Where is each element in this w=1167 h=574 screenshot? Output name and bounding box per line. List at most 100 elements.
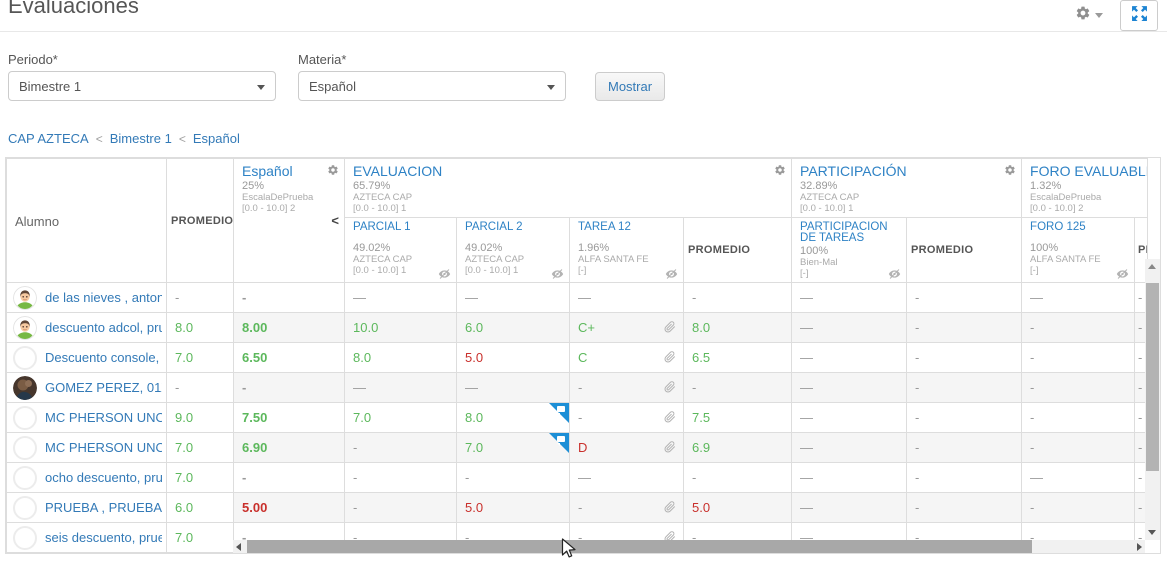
comment-note-icon[interactable] [549,433,569,453]
participacion-de-tareas-column-link[interactable]: PARTICIPACION DE TAREAS [800,222,898,244]
grade-cell[interactable]: — [570,463,684,493]
grade-cell[interactable]: — [792,283,907,313]
grade-cell[interactable]: - [907,403,1022,433]
grade-cell[interactable]: - [345,433,457,463]
grade-cell[interactable]: 6.9 [684,433,792,463]
parcial-2-column-link[interactable]: PARCIAL 2 [465,222,561,233]
student-name-link[interactable]: MC PHERSON UNOi, GRE [45,440,162,455]
grade-cell[interactable]: — [570,283,684,313]
student-name-link[interactable]: Descuento console, Prueba [45,350,162,365]
grade-cell[interactable]: — [345,283,457,313]
grade-cell[interactable]: — [792,313,907,343]
grade-cell[interactable]: 7.0 [457,433,570,463]
grade-cell[interactable]: - [907,493,1022,523]
hide-column-eye-slash-icon[interactable] [438,269,451,279]
grade-cell[interactable]: — [792,373,907,403]
grade-cell[interactable]: 5.0 [457,493,570,523]
grade-cell[interactable]: - [570,403,684,433]
grade-cell[interactable]: 8.00 [234,313,345,343]
vertical-scrollbar-thumb[interactable] [1146,283,1159,471]
grade-cell[interactable]: - [1022,493,1135,523]
grade-cell[interactable]: — [345,373,457,403]
paperclip-icon[interactable] [664,501,676,513]
paperclip-icon[interactable] [664,381,676,393]
grade-cell[interactable]: 7.0 [345,403,457,433]
grade-cell[interactable]: 6.90 [234,433,345,463]
grade-cell[interactable]: - [907,373,1022,403]
column-settings-gear-icon[interactable] [1004,164,1016,176]
grade-cell[interactable]: - [684,283,792,313]
grade-cell[interactable]: - [345,493,457,523]
column-settings-gear-icon[interactable] [774,164,786,176]
grade-cell[interactable]: - [907,283,1022,313]
grade-cell[interactable]: — [792,343,907,373]
breadcrumb-item-group[interactable]: CAP AZTECA [8,131,89,146]
grade-cell[interactable]: — [457,283,570,313]
grade-cell[interactable]: — [1022,463,1135,493]
grade-cell[interactable]: 6.5 [684,343,792,373]
comment-note-icon[interactable] [549,403,569,423]
tarea-12-column-link[interactable]: TAREA 12 [578,222,675,233]
grade-cell[interactable]: 8.0 [684,313,792,343]
student-name-link[interactable]: MC PHERSON UNOi, ANG [45,410,162,425]
scroll-up-arrow-icon[interactable] [1148,264,1156,269]
grade-cell[interactable]: — [457,373,570,403]
breadcrumb-item-materia[interactable]: Español [193,131,240,146]
grade-cell[interactable]: — [792,493,907,523]
grade-cell[interactable]: - [570,373,684,403]
student-name-link[interactable]: ocho descuento, prueba [45,470,162,485]
grade-cell[interactable]: 5.0 [684,493,792,523]
student-name-link[interactable]: seis descuento, prueba [45,530,162,545]
paperclip-icon[interactable] [664,411,676,423]
grade-cell[interactable]: - [1022,373,1135,403]
grade-cell[interactable]: - [684,463,792,493]
grade-cell[interactable]: - [345,463,457,493]
vertical-scrollbar[interactable] [1145,259,1160,540]
grade-cell[interactable]: 6.50 [234,343,345,373]
grade-cell[interactable]: 10.0 [345,313,457,343]
hide-column-eye-slash-icon[interactable] [888,269,901,279]
grade-cell[interactable]: - [234,463,345,493]
page-settings-menu[interactable] [1075,5,1103,26]
student-name-link[interactable]: de las nieves , antonieta [45,290,162,305]
grade-cell[interactable]: 7.5 [684,403,792,433]
grade-cell[interactable]: 7.50 [234,403,345,433]
materia-select[interactable]: Español [298,71,566,101]
mostrar-button[interactable]: Mostrar [595,72,665,101]
grade-cell[interactable]: - [234,373,345,403]
grade-cell[interactable]: - [907,343,1022,373]
grade-cell[interactable]: - [457,463,570,493]
grade-cell[interactable]: - [907,463,1022,493]
paperclip-icon[interactable] [664,321,676,333]
grade-cell[interactable]: - [684,373,792,403]
collapse-chevron-icon[interactable]: < [331,213,339,228]
grade-cell[interactable]: 5.0 [457,343,570,373]
hide-column-eye-slash-icon[interactable] [665,269,678,279]
grade-cell[interactable]: - [907,313,1022,343]
grade-cell[interactable]: 5.00 [234,493,345,523]
grade-cell[interactable]: - [907,433,1022,463]
column-settings-gear-icon[interactable] [327,164,339,176]
horizontal-scrollbar[interactable] [233,540,1145,553]
grade-cell[interactable]: 8.0 [345,343,457,373]
periodo-select[interactable]: Bimestre 1 [8,71,276,101]
grade-cell[interactable]: 8.0 [457,403,570,433]
scroll-down-arrow-icon[interactable] [1148,530,1156,535]
foro-evaluable-group-link[interactable]: FORO EVALUABLE [1030,163,1139,179]
evaluacion-group-link[interactable]: EVALUACION [353,163,783,179]
espanol-column-link[interactable]: Español [242,163,336,179]
grade-cell[interactable]: - [1022,343,1135,373]
scroll-right-arrow-icon[interactable] [1137,543,1142,551]
grade-cell[interactable]: 6.0 [457,313,570,343]
paperclip-icon[interactable] [664,351,676,363]
scroll-left-arrow-icon[interactable] [236,543,241,551]
grade-cell[interactable]: - [1022,403,1135,433]
foro-125-column-link[interactable]: FORO 125 [1030,222,1126,233]
grade-cell[interactable]: - [234,283,345,313]
horizontal-scrollbar-thumb[interactable] [247,540,1032,553]
grade-cell[interactable]: D [570,433,684,463]
grade-cell[interactable]: — [792,463,907,493]
grade-cell[interactable]: — [792,403,907,433]
grade-cell[interactable]: - [570,493,684,523]
grade-cell[interactable]: C+ [570,313,684,343]
